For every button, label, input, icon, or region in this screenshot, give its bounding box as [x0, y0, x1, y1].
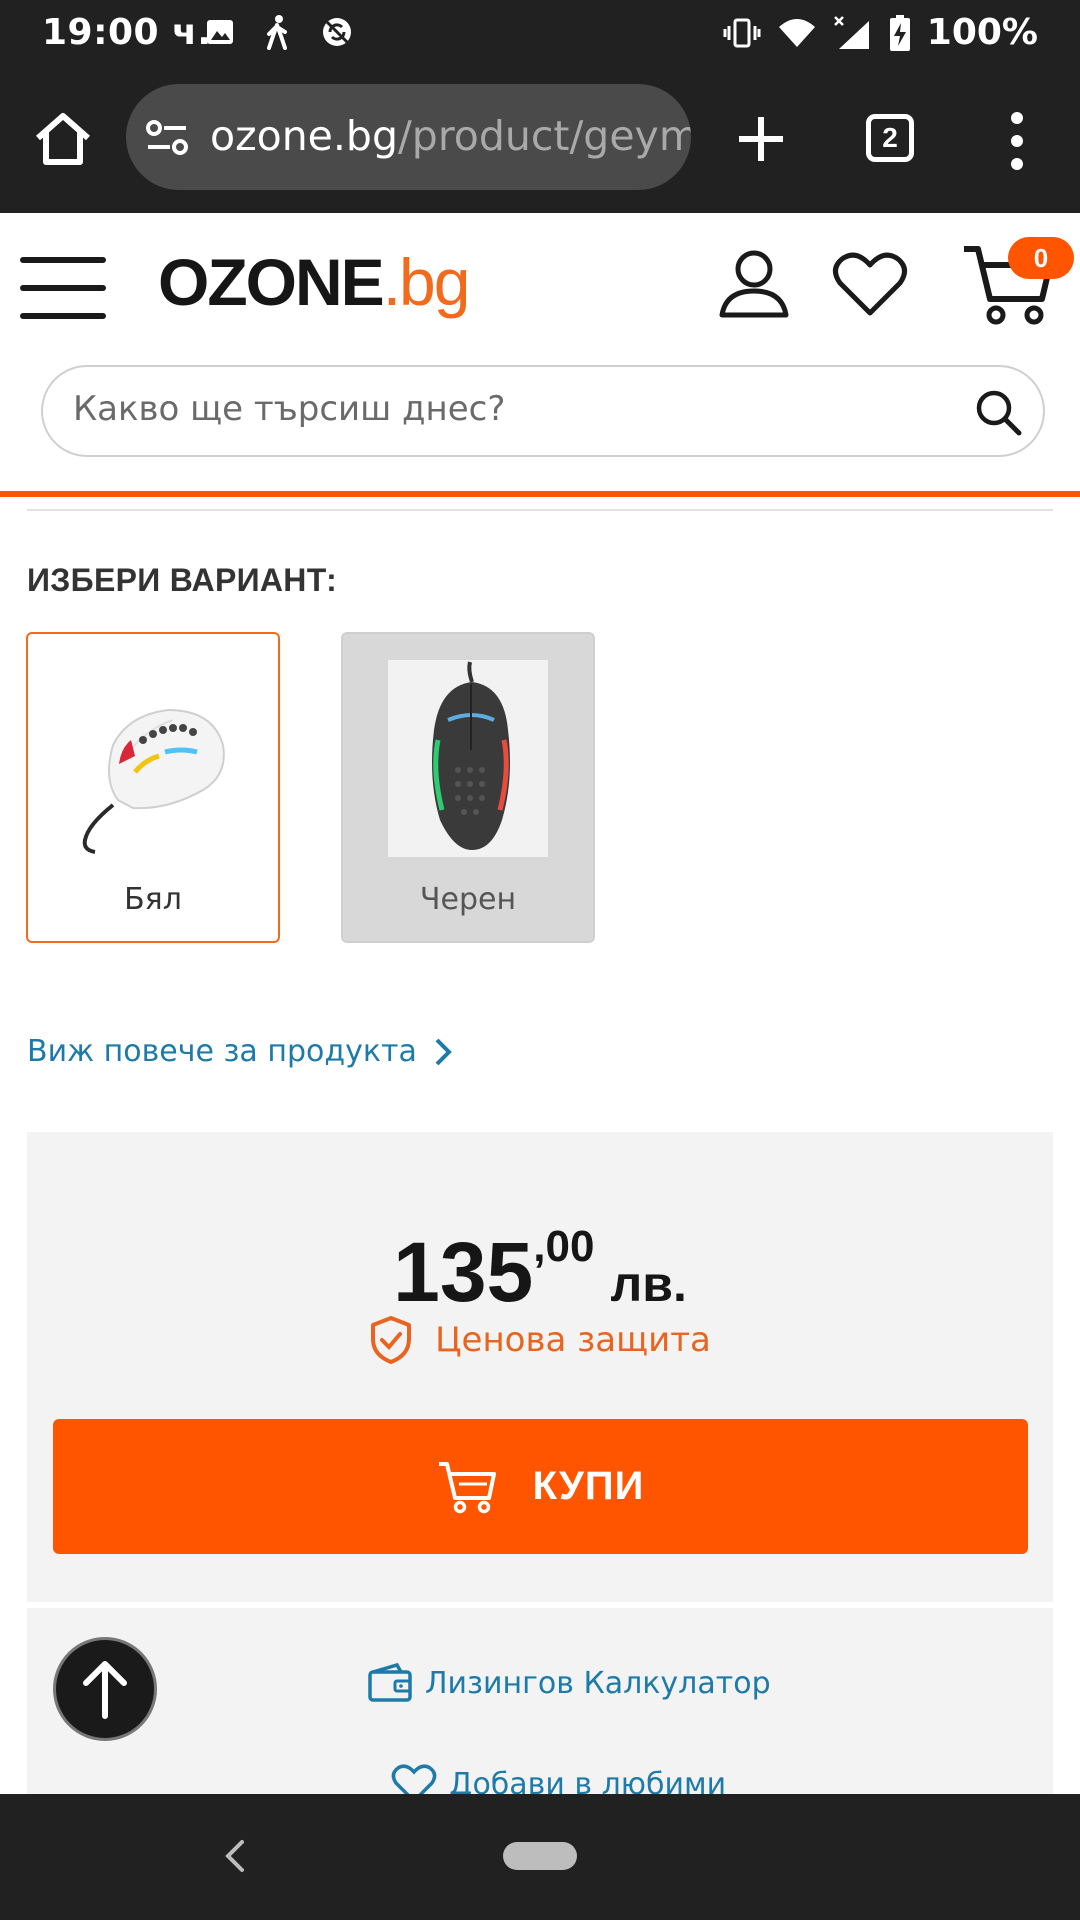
section-divider [27, 509, 1053, 511]
search-box[interactable] [41, 365, 1045, 457]
no-sync-icon [323, 18, 351, 46]
price-panel: 135,00 лв. Ценова защита КУПИ [27, 1132, 1053, 1602]
status-notification-icons [205, 14, 353, 50]
buy-button-label: КУПИ [532, 1464, 645, 1508]
leasing-calculator-label: Лизингов Калкулатор [425, 1665, 771, 1701]
logo-tld: .bg [382, 245, 471, 319]
url-text[interactable]: ozone.bg/product/geymi [210, 112, 691, 160]
wallet-icon [368, 1662, 412, 1702]
product-price: 135,00 лв. [27, 1222, 1053, 1321]
battery-charging-icon [889, 14, 910, 51]
more-info-link[interactable]: Виж повече за продукта [27, 1034, 453, 1069]
extras-panel: Лизингов Калкулатор Добави в любими [27, 1608, 1053, 1794]
status-time: 19:00 ч. [42, 12, 212, 53]
wifi-icon [778, 18, 815, 47]
home-pill[interactable] [503, 1842, 577, 1870]
account-icon[interactable] [716, 245, 792, 321]
more-vert-icon[interactable] [1006, 110, 1028, 172]
back-icon[interactable] [220, 1836, 250, 1876]
cart-count-badge: 0 [1008, 237, 1074, 279]
buy-button[interactable]: КУПИ [53, 1419, 1028, 1554]
leasing-calculator-link[interactable]: Лизингов Калкулатор [367, 1662, 771, 1704]
white-mouse-image [73, 660, 233, 857]
search-input[interactable] [73, 389, 953, 429]
image-icon [207, 20, 233, 44]
arrow-up-icon [83, 1661, 127, 1719]
browser-toolbar: ozone.bg/product/geymi 2 [0, 66, 1080, 213]
price-currency: лв. [610, 1256, 687, 1312]
walking-icon [267, 15, 287, 50]
variant-option-black[interactable]: Черен [341, 632, 595, 943]
site-settings-icon[interactable] [146, 120, 190, 156]
battery-percent: 100% [926, 12, 1038, 53]
black-mouse-image [388, 660, 548, 857]
system-navigation-bar [0, 1794, 1080, 1920]
price-integer: 135 [393, 1225, 534, 1319]
url-host: ozone.bg [210, 112, 398, 160]
price-protection[interactable]: Ценова защита [27, 1315, 1053, 1365]
chevron-right-icon [435, 1038, 452, 1065]
logo-main: OZONE [158, 245, 385, 319]
more-info-label: Виж повече за продукта [27, 1034, 417, 1069]
price-decimals: ,00 [533, 1222, 595, 1271]
tab-switcher-button[interactable]: 2 [866, 114, 914, 162]
variant-option-white[interactable]: Бял [26, 632, 280, 943]
address-bar[interactable]: ozone.bg/product/geymi [126, 84, 691, 190]
site-header: OZONE.bg 0 [0, 213, 1080, 493]
status-bar: 19:00 ч. 100% [0, 0, 1080, 66]
heart-icon[interactable] [832, 249, 908, 319]
add-to-favorites-label: Добави в любими [449, 1766, 727, 1795]
page: 19:00 ч. 100% ozone.bg/product/geymi 2 O… [0, 0, 1080, 1920]
new-tab-icon[interactable] [735, 113, 787, 165]
site-logo[interactable]: OZONE.bg [158, 249, 470, 315]
hamburger-menu-icon[interactable] [20, 257, 106, 319]
signal-icon [833, 15, 869, 49]
status-system-icons: 100% [723, 12, 1038, 53]
search-icon[interactable] [973, 387, 1023, 437]
home-icon[interactable] [30, 106, 96, 172]
heart-icon [391, 1764, 437, 1794]
url-path: /product/geymi [397, 112, 691, 160]
cart-icon [438, 1461, 496, 1513]
price-protection-label: Ценова защита [435, 1320, 711, 1360]
variant-title: ИЗБЕРИ ВАРИАНТ: [27, 562, 338, 598]
scroll-to-top-button[interactable] [53, 1637, 157, 1741]
shield-check-icon [371, 1316, 412, 1364]
variant-label: Бял [124, 882, 182, 917]
variant-label: Черен [419, 882, 517, 917]
vibrate-icon [723, 18, 761, 47]
add-to-favorites-link[interactable]: Добави в любими [391, 1764, 726, 1794]
header-accent-divider [0, 491, 1080, 497]
